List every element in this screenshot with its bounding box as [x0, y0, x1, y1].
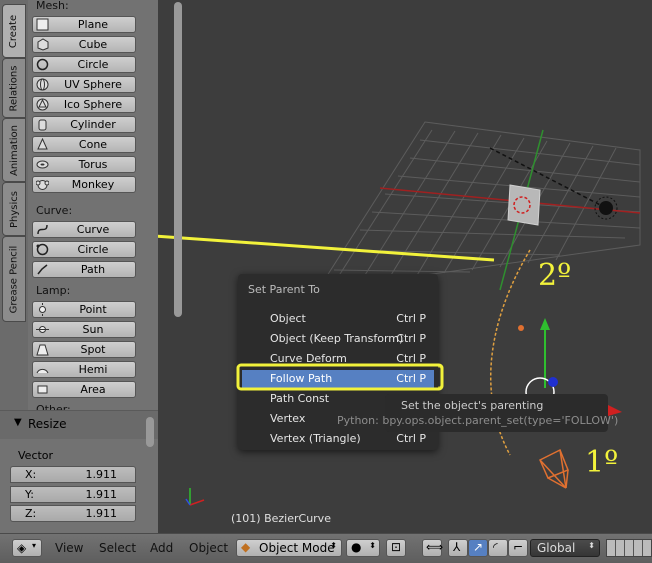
- mini-axes: [185, 488, 205, 506]
- menu-add[interactable]: Add: [150, 541, 173, 555]
- menu-item-follow-path[interactable]: Follow Path Ctrl P: [242, 370, 434, 388]
- uv-sphere-icon: [36, 78, 49, 91]
- floor-grid: [316, 121, 641, 291]
- menu-item-vertex-triangle[interactable]: Vertex (Triangle) Ctrl P: [242, 430, 434, 448]
- cylinder-icon: [36, 118, 49, 131]
- add-cylinder-button[interactable]: Cylinder: [32, 116, 136, 133]
- add-area-lamp-button[interactable]: Area: [32, 381, 136, 398]
- menu-title: Set Parent To: [248, 283, 320, 296]
- add-hemi-lamp-button[interactable]: Hemi: [32, 361, 136, 378]
- tool-shelf: Mesh: Plane Cube Circle UV Sphere Ico Sp…: [28, 0, 182, 416]
- manipulator-toggle[interactable]: ⟺: [422, 539, 444, 557]
- add-cone-button[interactable]: Cone: [32, 136, 136, 153]
- add-spot-lamp-button[interactable]: Spot: [32, 341, 136, 358]
- tool-tabs: Create Relations Animation Physics Greas…: [0, 0, 28, 410]
- add-plane-button[interactable]: Plane: [32, 16, 136, 33]
- add-ico-sphere-button[interactable]: Ico Sphere: [32, 96, 136, 113]
- tab-create[interactable]: Create: [2, 4, 26, 58]
- layer-buttons[interactable]: [606, 539, 652, 557]
- lamp-section-label: Lamp:: [36, 284, 71, 297]
- viewport-shading-button[interactable]: ● ⬍: [346, 539, 380, 557]
- transform-mode-translate[interactable]: ↗: [468, 539, 488, 557]
- point-lamp-icon: [36, 303, 49, 316]
- translate-manipulator-button[interactable]: ⅄: [448, 539, 468, 557]
- chevron-updown-icon: ⬍: [588, 541, 595, 550]
- axis-icon: ⅄: [453, 540, 461, 554]
- vector-x-field[interactable]: X: 1.911: [10, 466, 136, 483]
- torus-icon: [36, 158, 49, 171]
- cube-object: [507, 184, 541, 226]
- curve-section-label: Curve:: [36, 204, 73, 217]
- path-icon: [36, 263, 49, 276]
- curve-circle-icon: [36, 243, 49, 256]
- resize-operator-panel: ▼ Resize Vector X: 1.911 Y: 1.911 Z: 1.911: [0, 410, 158, 534]
- ico-sphere-icon: [36, 98, 49, 111]
- tab-animation[interactable]: Animation: [2, 118, 26, 182]
- rotate-icon: ◜: [493, 540, 498, 554]
- scale-icon: ⌐: [513, 540, 524, 554]
- resize-panel-title: Resize: [28, 417, 67, 431]
- manipulator-icon: ⟺: [426, 540, 444, 554]
- add-curve-button[interactable]: Curve: [32, 221, 136, 238]
- menu-view[interactable]: View: [55, 541, 83, 555]
- resize-panel-header[interactable]: ▼ Resize: [0, 411, 158, 439]
- add-path-button[interactable]: Path: [32, 261, 136, 278]
- add-point-lamp-button[interactable]: Point: [32, 301, 136, 318]
- circle-icon: [36, 58, 49, 71]
- sun-lamp-icon: [36, 323, 49, 336]
- add-uv-sphere-button[interactable]: UV Sphere: [32, 76, 136, 93]
- transform-mode-rotate[interactable]: ◜: [488, 539, 508, 557]
- tool-shelf-scrollbar[interactable]: [174, 2, 182, 317]
- pivot-point-button[interactable]: ⊡: [386, 539, 406, 557]
- annotation-step-1: 1º: [585, 445, 619, 480]
- tooltip: Set the object's parenting Python: bpy.o…: [337, 394, 618, 432]
- monkey-icon: [35, 178, 50, 191]
- add-torus-button[interactable]: Torus: [32, 156, 136, 173]
- menu-object[interactable]: Object: [189, 541, 228, 555]
- cube-editor-icon: ◈: [17, 541, 27, 555]
- cube-icon: [36, 38, 49, 51]
- tab-relations[interactable]: Relations: [2, 58, 26, 118]
- cone-icon: [36, 137, 49, 151]
- add-circle-button[interactable]: Circle: [32, 56, 136, 73]
- add-monkey-button[interactable]: Monkey: [32, 176, 136, 193]
- add-sun-lamp-button[interactable]: Sun: [32, 321, 136, 338]
- pivot-icon: ⊡: [391, 540, 402, 554]
- chevron-down-icon: ▾: [32, 541, 37, 550]
- viewport-header: ◈ ▾ View Select Add Object ◆ Object Mode…: [0, 533, 652, 563]
- active-object-status: (101) BezierCurve: [231, 512, 331, 525]
- tooltip-description: Set the object's parenting: [401, 399, 544, 412]
- tab-physics[interactable]: Physics: [2, 182, 26, 236]
- plane-icon: [36, 18, 49, 31]
- collapse-triangle-icon: ▼: [14, 417, 22, 428]
- menu-select[interactable]: Select: [99, 541, 136, 555]
- menu-item-curve-deform[interactable]: Curve Deform Ctrl P: [242, 350, 434, 368]
- add-curve-circle-button[interactable]: Circle: [32, 241, 136, 258]
- arrow-icon: ↗: [473, 540, 484, 554]
- annotation-step-2: 2º: [538, 258, 572, 293]
- mesh-section-label: Mesh:: [36, 0, 69, 12]
- resize-panel-scrollbar[interactable]: [146, 417, 154, 447]
- area-lamp-icon: [36, 383, 49, 396]
- vector-y-field[interactable]: Y: 1.911: [10, 486, 136, 503]
- chevron-updown-icon: ⬍: [330, 541, 337, 550]
- lamp-object: [594, 196, 618, 220]
- spot-lamp-icon: [36, 343, 49, 356]
- mode-selector[interactable]: ◆ Object Mode ⬍: [236, 539, 342, 557]
- object-mode-icon: ◆: [241, 540, 251, 554]
- hemi-lamp-icon: [36, 363, 49, 376]
- transform-mode-scale[interactable]: ⌐: [508, 539, 528, 557]
- vector-label: Vector: [18, 449, 54, 462]
- vector-z-field[interactable]: Z: 1.911: [10, 505, 136, 522]
- tooltip-python: Python: bpy.ops.object.parent_set(type='…: [337, 414, 619, 427]
- bezier-curve-icon: [36, 223, 49, 236]
- editor-type-button[interactable]: ◈ ▾: [12, 539, 42, 557]
- solid-shading-icon: ●: [351, 540, 362, 554]
- add-cube-button[interactable]: Cube: [32, 36, 136, 53]
- menu-item-object[interactable]: Object Ctrl P: [242, 310, 434, 328]
- menu-item-object-keep-transform[interactable]: Object (Keep Transform) Ctrl P: [242, 330, 434, 348]
- tab-grease-pencil[interactable]: Grease Pencil: [2, 236, 26, 322]
- camera-object: [539, 448, 569, 489]
- transform-orientation-selector[interactable]: Global ⬍: [530, 539, 600, 557]
